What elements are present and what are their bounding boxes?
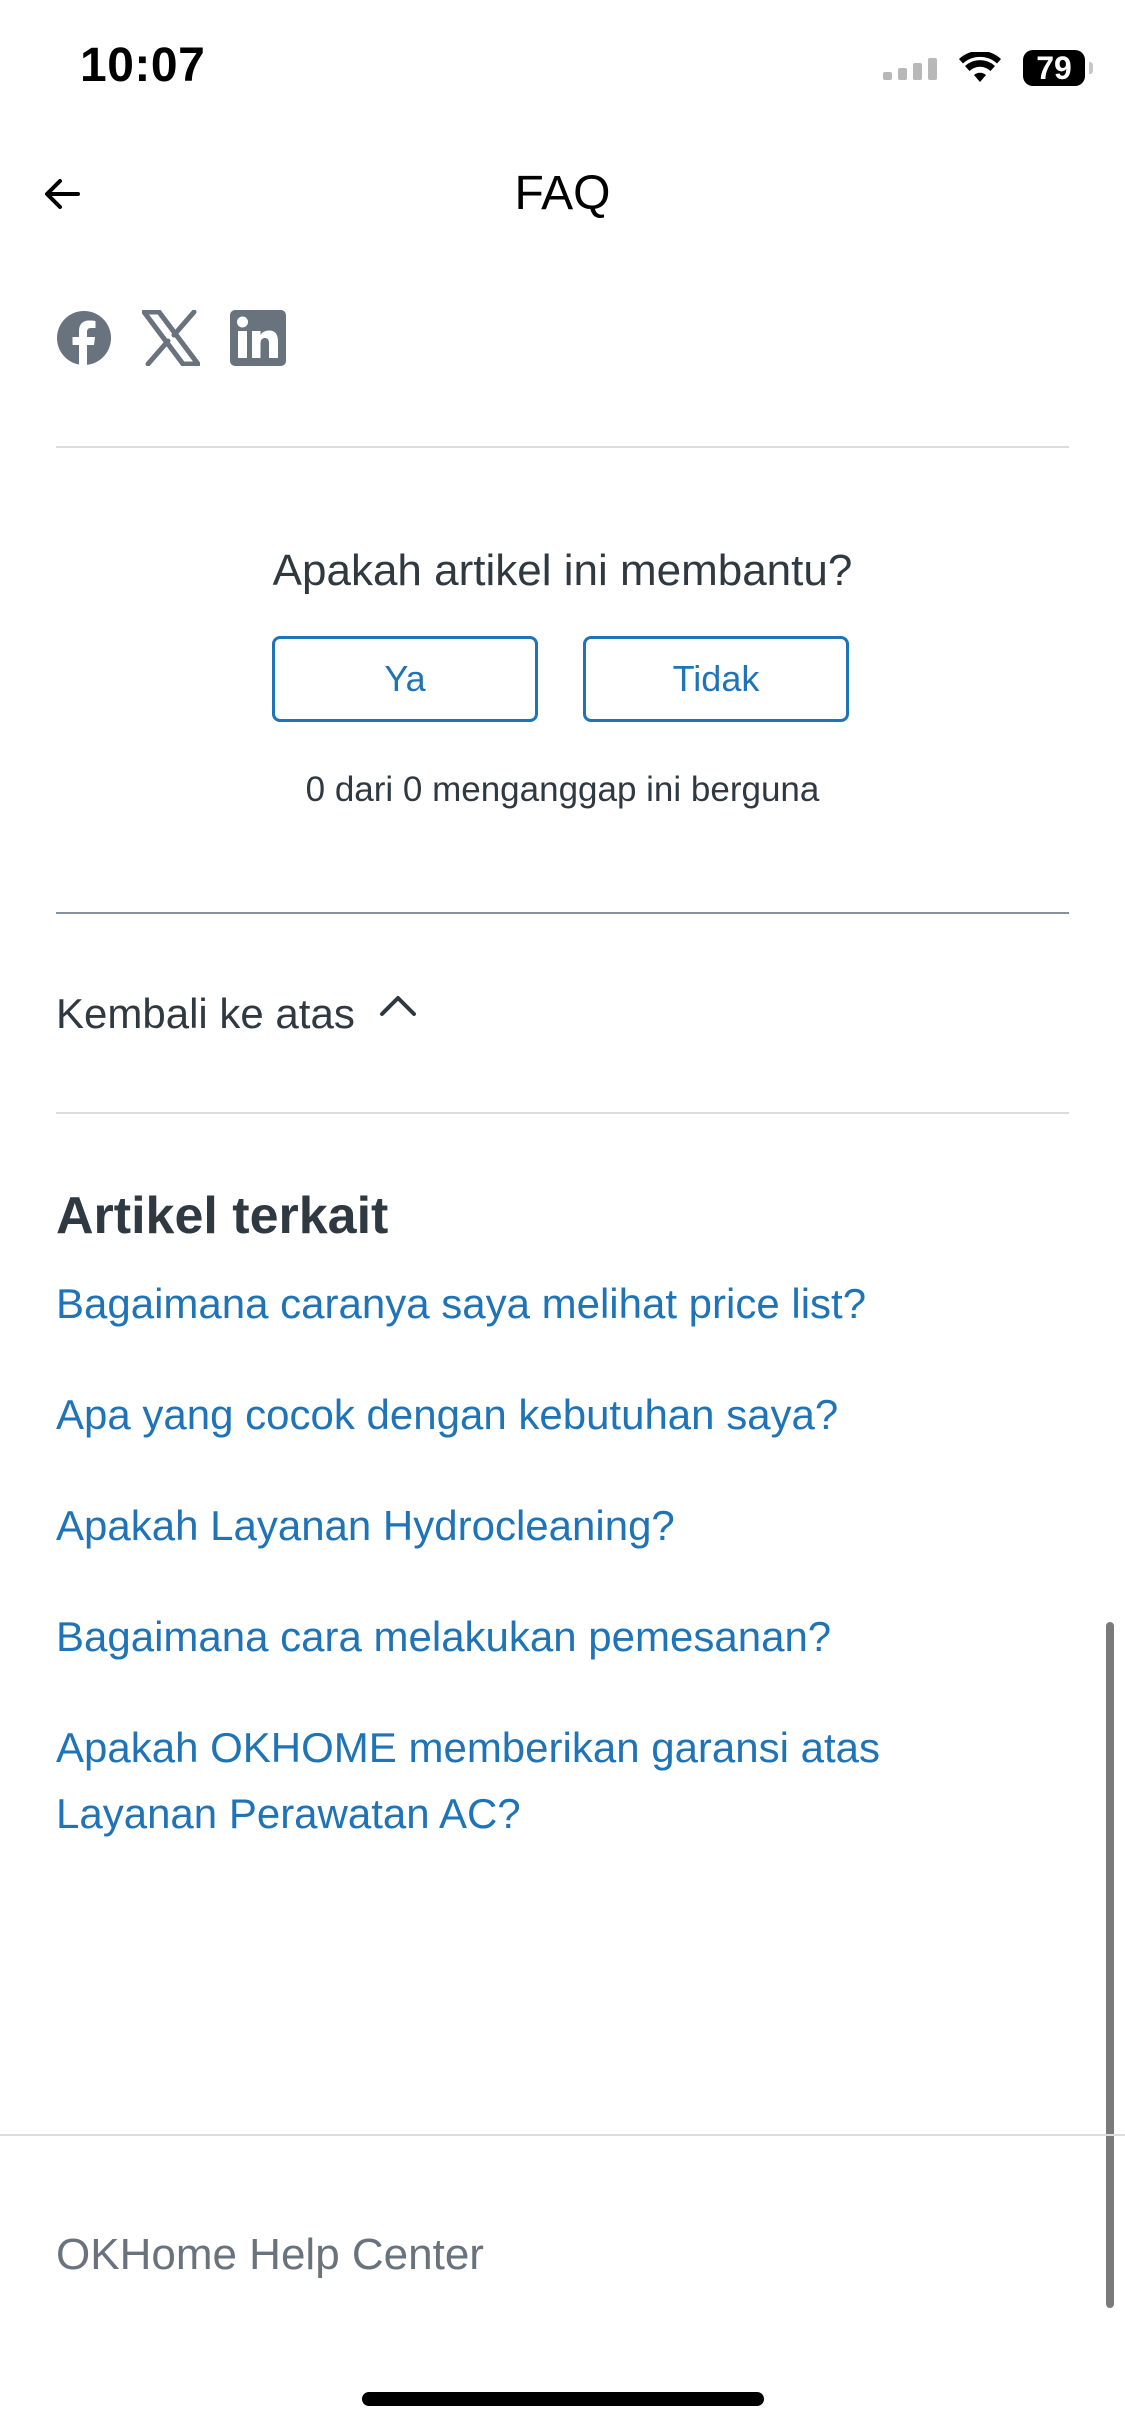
battery-level: 79 [1036, 49, 1072, 86]
footer-brand[interactable]: OKHome Help Center [56, 2230, 484, 2280]
vote-no-button[interactable]: Tidak [583, 636, 849, 722]
status-time: 10:07 [80, 39, 206, 92]
page-title: FAQ [514, 167, 611, 220]
related-articles-heading: Artikel terkait [56, 1187, 389, 1245]
related-article-link[interactable]: Apa yang cocok dengan kebutuhan saya? [56, 1382, 1056, 1448]
back-to-top-label: Kembali ke atas [56, 990, 355, 1037]
back-to-top-link[interactable]: Kembali ke atas [56, 990, 417, 1038]
facebook-icon[interactable] [56, 310, 112, 366]
divider [56, 912, 1069, 914]
divider [56, 1112, 1069, 1114]
footer-divider [0, 2134, 1125, 2136]
battery-icon: 79 [1023, 49, 1093, 86]
vote-yes-button[interactable]: Ya [272, 636, 538, 722]
home-indicator [362, 2392, 764, 2406]
related-article-link[interactable]: Bagaimana cara melakukan pemesanan? [56, 1604, 1056, 1670]
x-twitter-icon[interactable] [142, 310, 200, 366]
linkedin-icon[interactable] [230, 310, 286, 366]
scrollbar[interactable] [1106, 1622, 1114, 2308]
status-icons: 79 [883, 48, 1093, 88]
vote-count: 0 dari 0 menganggap ini berguna [305, 770, 820, 809]
related-article-link[interactable]: Apakah Layanan Hydrocleaning? [56, 1493, 1056, 1559]
divider [56, 446, 1069, 448]
article-feedback-question: Apakah artikel ini membantu? [272, 546, 853, 595]
chevron-up-icon [379, 996, 416, 1016]
wifi-icon [959, 52, 1001, 82]
related-article-link[interactable]: Bagaimana caranya saya melihat price lis… [56, 1271, 1056, 1337]
cellular-signal-icon [883, 56, 937, 80]
related-article-link[interactable]: Apakah OKHOME memberikan garansi atas La… [56, 1715, 1016, 1847]
